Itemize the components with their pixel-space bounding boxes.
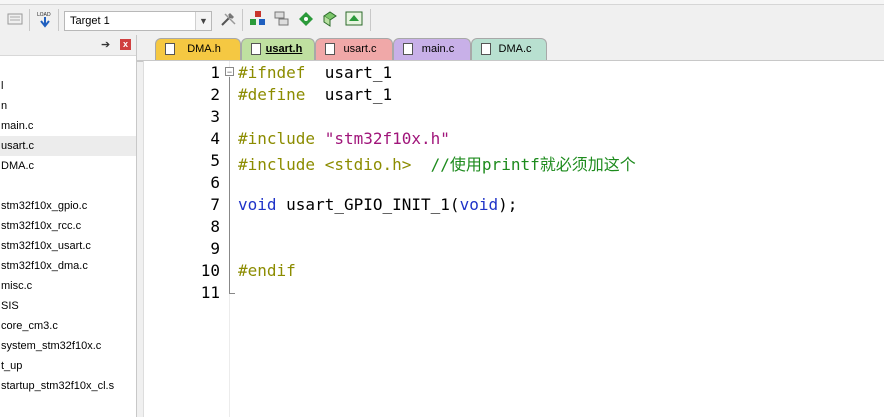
code-token: #endif xyxy=(238,261,296,280)
tab-usart-c[interactable]: usart.c xyxy=(315,38,393,60)
target-select-value: Target 1 xyxy=(70,15,110,27)
line-number: 11 xyxy=(200,283,220,302)
tree-item[interactable]: t_up xyxy=(0,356,136,376)
tree-item-label: t_up xyxy=(1,360,23,372)
line-number: 2 xyxy=(210,85,220,104)
code-token: #include xyxy=(238,129,325,148)
line-number: 7 xyxy=(210,195,220,214)
target-select[interactable]: Target 1 ▼ xyxy=(64,11,212,31)
fold-collapse-icon[interactable]: − xyxy=(225,67,234,77)
toolbar-separator xyxy=(242,9,243,31)
code-token: #include <stdio.h> xyxy=(238,155,431,174)
tree-item-label: startup_stm32f10x_cl.s xyxy=(1,380,115,392)
tree-item-label: misc.c xyxy=(1,280,33,292)
toolbar-separator xyxy=(29,9,30,31)
tab-label: main.c xyxy=(421,43,455,55)
pack-installer-icon[interactable] xyxy=(320,9,340,29)
line-number: 8 xyxy=(210,217,220,236)
tree-item[interactable]: main.c xyxy=(0,116,136,136)
tree-item-label: system_stm32f10x.c xyxy=(1,340,102,352)
code-token: usart_1 xyxy=(324,63,393,82)
tree-item[interactable]: stm32f10x_dma.c xyxy=(0,256,136,276)
tree-item-label: stm32f10x_dma.c xyxy=(1,260,88,272)
tree-item[interactable]: core_cm3.c xyxy=(0,316,136,336)
line-number: 4 xyxy=(210,129,220,148)
project-panel: ➔ x l n main.c usart.c DMA.c stm32f10x_g… xyxy=(0,35,137,417)
tab-label: usart.h xyxy=(265,43,303,55)
tree-item[interactable]: stm32f10x_usart.c xyxy=(0,236,136,256)
tab-dma-h[interactable]: DMA.h xyxy=(155,38,241,60)
tree-item[interactable]: startup_stm32f10x_cl.s xyxy=(0,376,136,396)
tree-item-label: stm32f10x_usart.c xyxy=(1,240,91,252)
tree-item[interactable]: stm32f10x_gpio.c xyxy=(0,196,136,216)
code-line[interactable]: #ifndef usart_1 xyxy=(238,63,392,82)
tab-label: DMA.c xyxy=(498,43,532,55)
line-number-gutter: 1 2 3 4 5 6 7 8 9 10 11 xyxy=(143,61,230,417)
manage-components-icon[interactable] xyxy=(248,9,268,29)
line-number: 5 xyxy=(210,151,220,170)
project-panel-header: ➔ x xyxy=(0,35,136,56)
editor-tab-bar: DMA.h usart.h usart.c main.c DMA.c xyxy=(137,35,884,62)
run-time-environment-icon[interactable] xyxy=(344,9,364,29)
code-token: #define xyxy=(238,85,325,104)
code-token: void xyxy=(238,195,277,214)
tree-item-label: core_cm3.c xyxy=(1,320,58,332)
tab-usart-h[interactable]: usart.h xyxy=(241,38,315,60)
tree-item[interactable]: misc.c xyxy=(0,276,136,296)
line-number: 3 xyxy=(210,107,220,126)
svg-text:LOAD: LOAD xyxy=(37,12,51,18)
tab-dma-c[interactable]: DMA.c xyxy=(471,38,547,60)
close-icon[interactable]: x xyxy=(120,39,131,50)
fold-guide xyxy=(229,77,230,293)
code-token: ); xyxy=(498,195,518,214)
toolbar: LOAD Target 1 ▼ xyxy=(0,0,884,36)
select-software-packs-icon[interactable] xyxy=(296,9,316,29)
tree-item[interactable]: n xyxy=(0,96,136,116)
tree-item[interactable]: DMA.c xyxy=(0,156,136,176)
fold-end-marker xyxy=(229,293,235,294)
line-number: 9 xyxy=(210,239,220,258)
load-download-icon[interactable]: LOAD xyxy=(35,9,55,29)
toolbar-top-strip xyxy=(0,0,884,5)
toolbar-separator xyxy=(58,9,59,31)
code-token: "stm32f10x.h" xyxy=(324,129,450,148)
code-line[interactable]: #endif xyxy=(238,261,296,280)
code-line[interactable]: void usart_GPIO_INIT_1(void); xyxy=(238,195,517,214)
code-token: #ifndef xyxy=(238,63,325,82)
file-extensions-icon[interactable] xyxy=(272,9,292,29)
tree-item-label: l xyxy=(1,80,4,92)
tree-item[interactable]: l xyxy=(0,76,136,96)
options-for-target-icon[interactable] xyxy=(218,9,238,29)
tree-item-selected[interactable]: usart.c xyxy=(0,136,136,156)
tree-item[interactable]: system_stm32f10x.c xyxy=(0,336,136,356)
code-line[interactable]: #include "stm32f10x.h" xyxy=(238,129,450,148)
tree-item-label: SIS xyxy=(1,300,19,312)
line-number: 6 xyxy=(210,173,220,192)
pin-icon[interactable]: ➔ xyxy=(101,38,110,51)
batch-setup-icon[interactable] xyxy=(5,9,25,29)
tree-item-label: n xyxy=(1,100,8,112)
tab-label: usart.c xyxy=(343,43,377,55)
tree-item-label: main.c xyxy=(1,120,34,132)
tree-item[interactable]: SIS xyxy=(0,296,136,316)
tab-label: DMA.h xyxy=(187,43,221,55)
tree-item[interactable]: stm32f10x_rcc.c xyxy=(0,216,136,236)
tree-item-label: usart.c xyxy=(1,140,35,152)
line-number: 10 xyxy=(200,261,220,280)
tree-item-label: DMA.c xyxy=(1,160,34,172)
code-line[interactable]: #define usart_1 xyxy=(238,85,392,104)
code-line[interactable]: #include <stdio.h> //使用printf就必须加这个 xyxy=(238,151,636,175)
tab-main-c[interactable]: main.c xyxy=(393,38,471,60)
line-number: 1 xyxy=(210,63,220,82)
tree-item-label: stm32f10x_gpio.c xyxy=(1,200,88,212)
tree-item-label: stm32f10x_rcc.c xyxy=(1,220,82,232)
chevron-down-icon[interactable]: ▼ xyxy=(195,12,211,30)
code-token: usart_GPIO_INIT_1( xyxy=(276,195,460,214)
toolbar-separator xyxy=(370,9,371,31)
code-editor[interactable]: 1 2 3 4 5 6 7 8 9 10 11 − #ifndef usart_… xyxy=(143,61,884,417)
code-token: //使用printf就必须加这个 xyxy=(430,155,636,174)
code-token: void xyxy=(459,195,499,214)
code-token: usart_1 xyxy=(324,85,393,104)
